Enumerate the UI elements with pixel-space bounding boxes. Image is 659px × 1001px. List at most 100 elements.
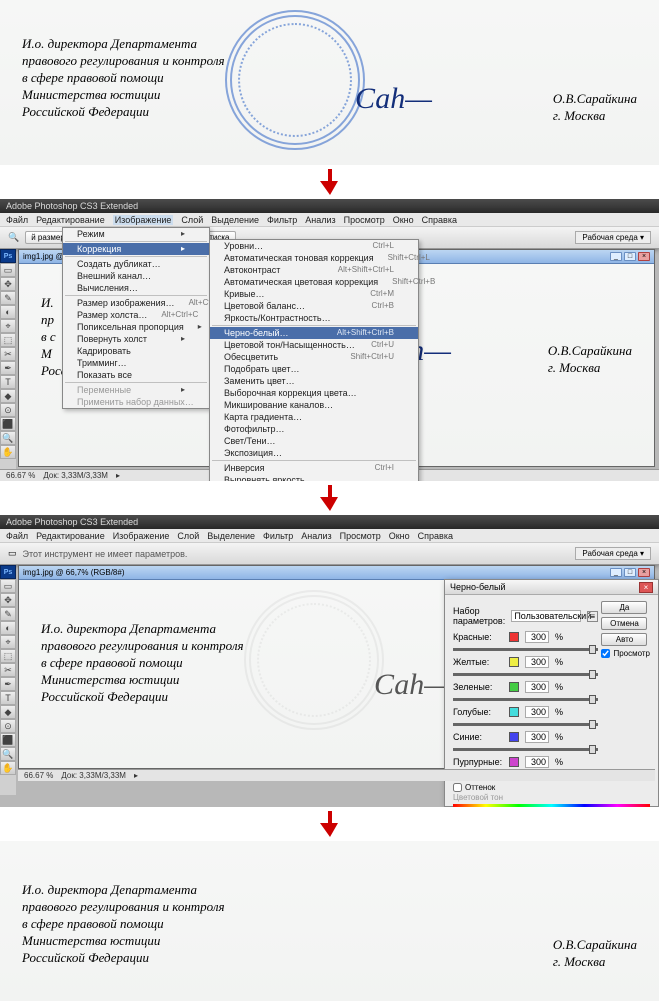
tool[interactable]: ✂ xyxy=(0,347,16,361)
cancel-button[interactable]: Отмена xyxy=(601,617,647,630)
mi-match-color[interactable]: Подобрать цвет… xyxy=(210,363,418,375)
bw-titlebar[interactable]: Черно-белый × xyxy=(445,580,658,595)
tool[interactable]: ⬛ xyxy=(0,417,16,431)
tool[interactable]: 🔍 xyxy=(0,747,16,761)
menu-help[interactable]: Справка xyxy=(422,215,457,225)
menu-select[interactable]: Выделение xyxy=(211,215,259,225)
menu-file[interactable]: Файл xyxy=(6,215,28,225)
menu-layer[interactable]: Слой xyxy=(181,215,203,225)
workspace-select[interactable]: Рабочая среда ▾ xyxy=(575,231,651,244)
tool[interactable]: ◐ xyxy=(0,621,16,635)
zoom-level[interactable]: 66.67 % xyxy=(24,771,53,780)
adjustments-menu[interactable]: Уровни…Ctrl+L Автоматическая тоновая кор… xyxy=(209,239,419,481)
tool[interactable]: T xyxy=(0,375,16,389)
menu-layer[interactable]: Слой xyxy=(177,531,199,541)
blue-input[interactable]: 300 xyxy=(525,731,549,743)
preview-checkbox[interactable]: Просмотр xyxy=(601,649,650,658)
mi-color-balance[interactable]: Цветовой баланс…Ctrl+B xyxy=(210,300,418,312)
mi-gradient-map[interactable]: Карта градиента… xyxy=(210,411,418,423)
tool[interactable]: ⬚ xyxy=(0,649,16,663)
tool[interactable]: ✂ xyxy=(0,663,16,677)
tool[interactable]: ✒ xyxy=(0,361,16,375)
ps-menubar[interactable]: Файл Редактирование Изображение Слой Выд… xyxy=(0,529,659,543)
mi-calculations[interactable]: Вычисления… xyxy=(63,282,209,294)
mi-rotate-canvas[interactable]: Повернуть холст xyxy=(63,333,209,345)
mi-invert[interactable]: ИнверсияCtrl+I xyxy=(210,462,418,474)
mi-reveal-all[interactable]: Показать все xyxy=(63,369,209,381)
menu-filter[interactable]: Фильтр xyxy=(267,215,297,225)
mi-auto-color[interactable]: Автоматическая цветовая коррекцияShift+C… xyxy=(210,276,418,288)
tool[interactable]: ✋ xyxy=(0,445,16,459)
mi-image-size[interactable]: Размер изображения…Alt+Ctrl+I xyxy=(63,297,209,309)
mi-adjustments[interactable]: Коррекция xyxy=(63,243,209,255)
mi-auto-levels[interactable]: Автоматическая тоновая коррекцияShift+Ct… xyxy=(210,252,418,264)
tool[interactable]: ✎ xyxy=(0,291,16,305)
magenta-input[interactable]: 300 xyxy=(525,756,549,768)
blue-slider[interactable] xyxy=(453,748,598,751)
menu-view[interactable]: Просмотр xyxy=(344,215,385,225)
mi-black-white[interactable]: Черно-белый…Alt+Shift+Ctrl+B xyxy=(210,327,418,339)
menu-edit[interactable]: Редактирование xyxy=(36,215,105,225)
menu-help[interactable]: Справка xyxy=(418,531,453,541)
mi-levels[interactable]: Уровни…Ctrl+L xyxy=(210,240,418,252)
mi-hue-sat[interactable]: Цветовой тон/Насыщенность…Ctrl+U xyxy=(210,339,418,351)
cyan-slider[interactable] xyxy=(453,723,598,726)
ps-menubar[interactable]: Файл Редактирование Изображение Слой Выд… xyxy=(0,213,659,227)
zoom-level[interactable]: 66.67 % xyxy=(6,471,35,480)
green-slider[interactable] xyxy=(453,698,598,701)
tool[interactable]: ⌖ xyxy=(0,319,16,333)
menu-edit[interactable]: Редактирование xyxy=(36,531,105,541)
win-max-icon[interactable]: □ xyxy=(624,568,636,577)
tool[interactable]: ▭ xyxy=(0,579,16,593)
menu-analysis[interactable]: Анализ xyxy=(305,215,335,225)
tool[interactable]: ◐ xyxy=(0,305,16,319)
tool[interactable]: ⊙ xyxy=(0,403,16,417)
menu-window[interactable]: Окно xyxy=(393,215,414,225)
mi-canvas-size[interactable]: Размер холста…Alt+Ctrl+C xyxy=(63,309,209,321)
mi-photo-filter[interactable]: Фотофильтр… xyxy=(210,423,418,435)
menu-view[interactable]: Просмотр xyxy=(340,531,381,541)
mi-desaturate[interactable]: ОбесцветитьShift+Ctrl+U xyxy=(210,351,418,363)
tool[interactable]: ⬚ xyxy=(0,333,16,347)
tool[interactable]: ✥ xyxy=(0,593,16,607)
mi-replace-color[interactable]: Заменить цвет… xyxy=(210,375,418,387)
win-min-icon[interactable]: _ xyxy=(610,568,622,577)
menu-image[interactable]: Изображение xyxy=(113,215,174,225)
win-close-icon[interactable]: × xyxy=(638,252,650,261)
mi-exposure[interactable]: Экспозиция… xyxy=(210,447,418,459)
win-min-icon[interactable]: _ xyxy=(610,252,622,261)
tool[interactable]: 🔍 xyxy=(0,431,16,445)
yellow-slider[interactable] xyxy=(453,673,598,676)
mi-crop[interactable]: Кадрировать xyxy=(63,345,209,357)
tool[interactable]: T xyxy=(0,691,16,705)
tool[interactable]: ▭ xyxy=(0,263,16,277)
mi-curves[interactable]: Кривые…Ctrl+M xyxy=(210,288,418,300)
preset-select[interactable]: Пользовательский xyxy=(511,610,581,622)
close-icon[interactable]: × xyxy=(639,582,653,593)
ps-toolbox[interactable]: Ps ▭✥ ✎◐ ⌖⬚ ✂✒ T◆ ⊙⬛ 🔍✋ xyxy=(0,565,16,795)
mi-equalize[interactable]: Выровнять яркость xyxy=(210,474,418,481)
mi-pixel-aspect[interactable]: Попиксельная пропорция xyxy=(63,321,209,333)
hue-bar[interactable] xyxy=(453,804,650,807)
mi-selective-color[interactable]: Выборочная коррекция цвета… xyxy=(210,387,418,399)
ps-toolbox[interactable]: Ps ▭✥ ✎◐ ⌖⬚ ✂✒ T◆ ⊙⬛ 🔍✋ xyxy=(0,249,16,469)
tool[interactable]: ◆ xyxy=(0,389,16,403)
doc-window-title[interactable]: img1.jpg @ 66,7% (RGB/8#) _□× xyxy=(19,566,654,580)
tool[interactable]: ✎ xyxy=(0,607,16,621)
tool[interactable]: ✥ xyxy=(0,277,16,291)
green-input[interactable]: 300 xyxy=(525,681,549,693)
ok-button[interactable]: Да xyxy=(601,601,647,614)
red-input[interactable]: 300 xyxy=(525,631,549,643)
tool[interactable]: ◆ xyxy=(0,705,16,719)
menu-analysis[interactable]: Анализ xyxy=(301,531,331,541)
mi-apply-image[interactable]: Внешний канал… xyxy=(63,270,209,282)
win-close-icon[interactable]: × xyxy=(638,568,650,577)
tool[interactable]: ⊙ xyxy=(0,719,16,733)
mi-trim[interactable]: Тримминг… xyxy=(63,357,209,369)
mi-mode[interactable]: Режим xyxy=(63,228,209,240)
mi-apply-dataset[interactable]: Применить набор данных… xyxy=(63,396,209,408)
menu-filter[interactable]: Фильтр xyxy=(263,531,293,541)
image-menu[interactable]: Режим Коррекция Создать дубликат… Внешни… xyxy=(62,227,210,409)
win-max-icon[interactable]: □ xyxy=(624,252,636,261)
preset-menu-icon[interactable]: ≡ xyxy=(587,611,598,622)
